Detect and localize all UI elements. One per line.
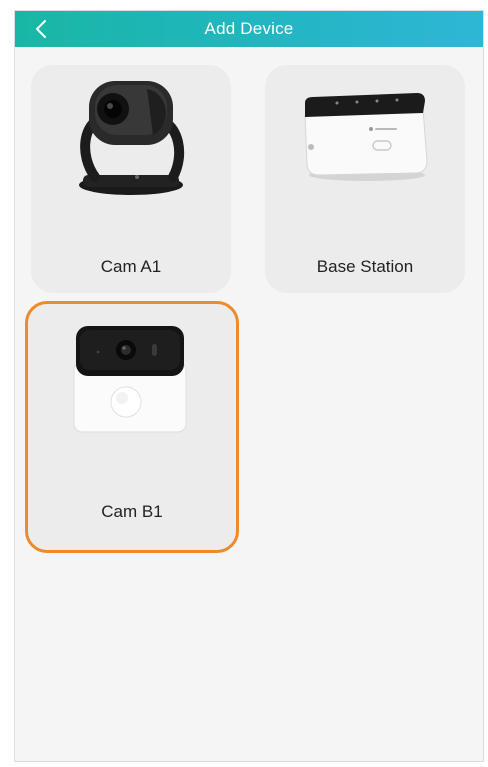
device-label: Base Station <box>316 257 414 276</box>
device-label: Cam A1 <box>100 257 162 276</box>
page-title: Add Device <box>204 19 294 38</box>
device-label: Cam B1 <box>101 502 163 521</box>
device-card-cam-a1[interactable]: Cam A1 <box>31 65 231 293</box>
cam-b1-image <box>73 326 187 433</box>
header-bar: Add Device <box>15 11 483 47</box>
base-station-image <box>304 93 428 181</box>
app-screen: Add Device Cam A1 Base Station Cam B1 <box>14 10 484 762</box>
device-card-base-station[interactable]: Base Station <box>265 65 465 293</box>
device-card-cam-b1[interactable]: Cam B1 <box>25 301 239 553</box>
cam-a1-image <box>79 81 185 195</box>
